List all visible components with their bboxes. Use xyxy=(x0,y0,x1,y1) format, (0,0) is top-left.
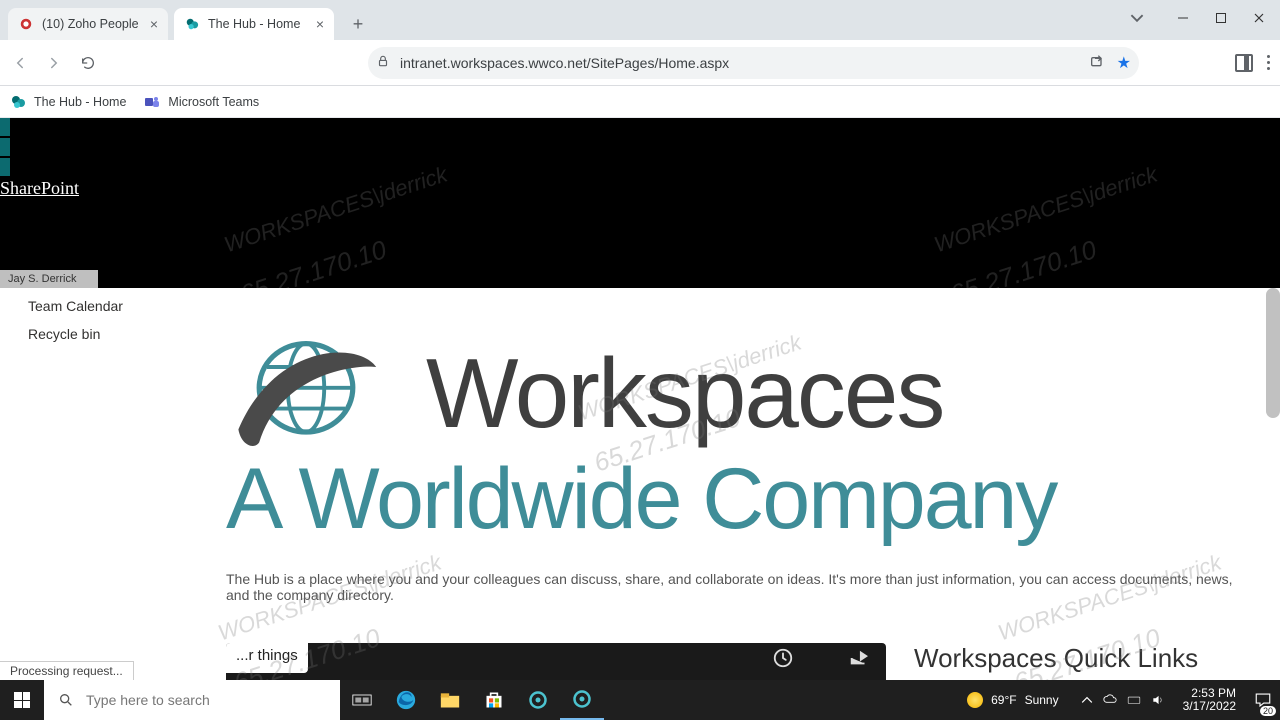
weather-temp: 69°F xyxy=(991,693,1016,707)
sharepoint-favicon-icon xyxy=(184,16,200,32)
sharepoint-suite-bar: SharePoint Jay S. Derrick WORKSPACES\jde… xyxy=(0,118,1280,288)
taskbar-search-placeholder: Type here to search xyxy=(86,692,210,708)
watermark-ip: 65.27.170.10 xyxy=(236,234,390,288)
browser-menu-button[interactable] xyxy=(1267,55,1270,70)
bookmarks-bar: The Hub - Home Microsoft Teams xyxy=(0,86,1280,118)
share-icon[interactable] xyxy=(1089,53,1105,72)
clock-date: 3/17/2022 xyxy=(1183,700,1236,713)
sharepoint-favicon-icon xyxy=(10,94,26,110)
close-icon[interactable]: × xyxy=(150,16,158,32)
forward-button[interactable] xyxy=(40,49,68,77)
search-icon xyxy=(58,692,74,708)
page-viewport: SharePoint Jay S. Derrick WORKSPACES\jde… xyxy=(0,118,1280,680)
browser-tabstrip: (10) Zoho People × The Hub - Home × + xyxy=(0,0,1280,40)
watch-later-icon[interactable] xyxy=(772,647,794,675)
windows-taskbar: Type here to search 69°F xyxy=(0,680,1280,720)
intro-text: The Hub is a place where you and your co… xyxy=(226,571,1236,603)
onedrive-icon[interactable] xyxy=(1103,693,1117,707)
system-tray[interactable] xyxy=(1073,693,1173,707)
window-close-button[interactable] xyxy=(1242,4,1276,32)
tab-the-hub[interactable]: The Hub - Home × xyxy=(174,8,334,40)
brand-subtitle: A Worldwide Company xyxy=(226,450,1236,549)
watermark-ip: 65.27.170.10 xyxy=(946,234,1100,288)
tab-title: (10) Zoho People xyxy=(42,17,139,31)
action-center-button[interactable]: 20 xyxy=(1246,680,1280,720)
watermark-user: WORKSPACES\jderrick xyxy=(931,162,1160,258)
back-button[interactable] xyxy=(6,49,34,77)
page-content: Workspaces A Worldwide Company The Hub i… xyxy=(182,288,1280,680)
share-icon[interactable] xyxy=(848,647,870,675)
reload-button[interactable] xyxy=(74,49,102,77)
sharepoint-app-link[interactable]: SharePoint xyxy=(0,178,79,199)
sidepanel-icon[interactable] xyxy=(1235,54,1253,72)
new-tab-button[interactable]: + xyxy=(344,10,372,38)
browser-toolbar: intranet.workspaces.wwco.net/SitePages/H… xyxy=(0,40,1280,86)
tab-zoho-people[interactable]: (10) Zoho People × xyxy=(8,8,168,40)
taskbar-app-explorer[interactable] xyxy=(428,680,472,720)
bookmark-label: Microsoft Teams xyxy=(168,95,259,109)
user-pill[interactable]: Jay S. Derrick xyxy=(0,270,98,288)
sun-icon xyxy=(967,692,983,708)
taskbar-clock[interactable]: 2:53 PM 3/17/2022 xyxy=(1173,687,1246,713)
zoho-favicon-icon xyxy=(18,16,34,32)
taskbar-app-store[interactable] xyxy=(472,680,516,720)
bookmark-label: The Hub - Home xyxy=(34,95,126,109)
video-title-chip: ...r things xyxy=(226,643,308,673)
workspaces-logo-icon xyxy=(226,328,386,458)
left-nav: Team Calendar Recycle bin xyxy=(0,288,182,680)
tab-title: The Hub - Home xyxy=(208,17,300,31)
quick-links-heading: Workspaces Quick Links xyxy=(914,643,1198,680)
watermark-user: WORKSPACES\jderrick xyxy=(221,162,450,258)
close-icon[interactable]: × xyxy=(316,16,324,32)
taskbar-app-edge[interactable] xyxy=(384,680,428,720)
notification-count: 20 xyxy=(1260,706,1276,716)
taskbar-app-generic-2[interactable] xyxy=(560,680,604,720)
chevron-down-icon[interactable] xyxy=(1122,4,1152,32)
keyboard-icon[interactable] xyxy=(1127,693,1141,707)
start-button[interactable] xyxy=(0,680,44,720)
window-minimize-button[interactable] xyxy=(1166,4,1200,32)
url-text: intranet.workspaces.wwco.net/SitePages/H… xyxy=(400,55,729,71)
vertical-scrollbar[interactable] xyxy=(1266,288,1280,418)
window-maximize-button[interactable] xyxy=(1204,4,1238,32)
task-view-button[interactable] xyxy=(340,680,384,720)
taskbar-app-generic-1[interactable] xyxy=(516,680,560,720)
video-card[interactable]: ...r things xyxy=(226,643,886,680)
taskbar-weather[interactable]: 69°F Sunny xyxy=(967,692,1073,708)
brand-title: Workspaces xyxy=(426,337,943,450)
bookmark-star-icon[interactable]: ★ xyxy=(1117,53,1131,73)
bookmark-teams[interactable]: Microsoft Teams xyxy=(144,94,259,110)
address-bar[interactable]: intranet.workspaces.wwco.net/SitePages/H… xyxy=(368,47,1139,79)
weather-cond: Sunny xyxy=(1025,693,1059,707)
lock-icon xyxy=(376,54,390,71)
bookmark-the-hub[interactable]: The Hub - Home xyxy=(10,94,126,110)
browser-status-text: Processing request... xyxy=(0,661,134,680)
chevron-up-icon[interactable] xyxy=(1081,694,1093,706)
leftnav-recycle-bin[interactable]: Recycle bin xyxy=(0,320,182,348)
taskbar-search[interactable]: Type here to search xyxy=(44,680,340,720)
volume-icon[interactable] xyxy=(1151,693,1165,707)
teams-favicon-icon xyxy=(144,94,160,110)
leftnav-team-calendar[interactable]: Team Calendar xyxy=(0,292,182,320)
